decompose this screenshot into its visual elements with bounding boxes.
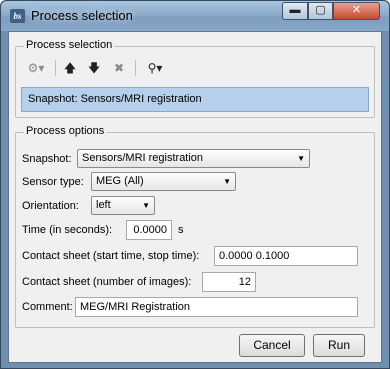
contact-times-input[interactable]: 0.0000 0.1000 <box>214 246 358 266</box>
process-options-title: Process options <box>24 125 107 137</box>
process-options-group: Process options Snapshot: Sensors/MRI re… <box>15 125 375 328</box>
sensor-type-select[interactable]: MEG (All) ▼ <box>91 172 236 191</box>
toolbar-separator <box>135 60 136 76</box>
run-button[interactable]: Run <box>313 334 365 357</box>
gear-menu-icon[interactable]: ⚙▾ <box>23 59 49 77</box>
chevron-down-icon: ▼ <box>142 201 150 210</box>
dialog-client-area: Process selection ⚙▾ 🡅 🡇 ✖ ⚲▾ Snapshot: … <box>8 31 382 363</box>
contact-count-input[interactable]: 12 <box>202 272 256 292</box>
time-label: Time (in seconds): <box>22 224 113 236</box>
sensor-type-label: Sensor type: <box>22 176 84 188</box>
chevron-down-icon: ▼ <box>223 177 231 186</box>
app-icon: bs <box>10 9 25 23</box>
time-input[interactable]: 0.0000 <box>126 220 172 240</box>
move-down-icon[interactable]: 🡇 <box>85 59 103 77</box>
orientation-label: Orientation: <box>22 200 79 212</box>
contact-times-label: Contact sheet (start time, stop time): <box>22 250 200 262</box>
snapshot-select[interactable]: Sensors/MRI registration ▼ <box>77 149 310 168</box>
orientation-select-value: left <box>96 199 111 211</box>
pipeline-tree-icon[interactable]: ⚲▾ <box>141 59 169 77</box>
process-toolbar: ⚙▾ 🡅 🡇 ✖ ⚲▾ <box>21 57 361 81</box>
maximize-button[interactable]: ▢ <box>308 2 333 20</box>
comment-label: Comment: <box>22 301 73 313</box>
sensor-type-select-value: MEG (All) <box>96 175 144 187</box>
snapshot-select-value: Sensors/MRI registration <box>82 152 204 164</box>
orientation-select[interactable]: left ▼ <box>91 196 155 215</box>
time-unit: s <box>178 224 184 236</box>
delete-icon[interactable]: ✖ <box>110 59 128 77</box>
move-up-icon[interactable]: 🡅 <box>61 59 79 77</box>
toolbar-separator <box>55 60 56 76</box>
process-selection-title: Process selection <box>24 39 115 51</box>
snapshot-label: Snapshot: <box>22 153 72 165</box>
process-selection-group: Process selection ⚙▾ 🡅 🡇 ✖ ⚲▾ Snapshot: … <box>15 39 375 118</box>
comment-input[interactable]: MEG/MRI Registration <box>75 297 358 317</box>
title-bar[interactable]: bs Process selection ▬ ▢ ✕ <box>1 1 389 31</box>
window-title: Process selection <box>31 8 133 23</box>
cancel-button[interactable]: Cancel <box>239 334 305 357</box>
chevron-down-icon: ▼ <box>297 154 305 163</box>
process-list-item-selected[interactable]: Snapshot: Sensors/MRI registration <box>21 87 369 112</box>
contact-count-label: Contact sheet (number of images): <box>22 276 192 288</box>
close-button[interactable]: ✕ <box>333 2 380 20</box>
dialog-window: bs Process selection ▬ ▢ ✕ Process selec… <box>0 0 390 369</box>
minimize-button[interactable]: ▬ <box>282 2 308 20</box>
